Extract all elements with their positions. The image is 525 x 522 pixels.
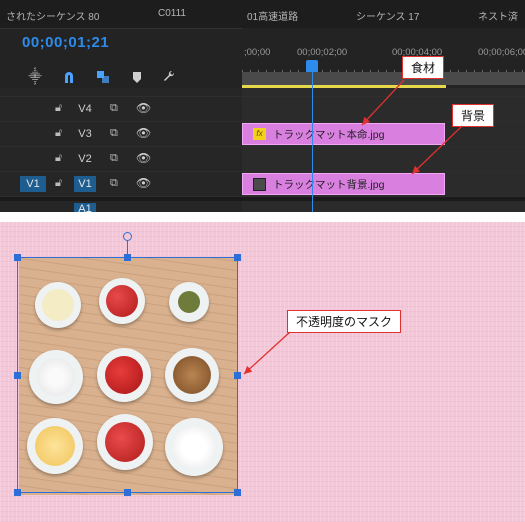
callout-arrows bbox=[361, 79, 463, 175]
program-monitor-preview: 不透明度のマスク bbox=[0, 222, 525, 522]
callout-arrow-mask bbox=[243, 331, 291, 375]
timeline-panel: されたシーケンス 80 C0111 01高速道路 シーケンス 17 ネスト済 0… bbox=[0, 0, 525, 212]
